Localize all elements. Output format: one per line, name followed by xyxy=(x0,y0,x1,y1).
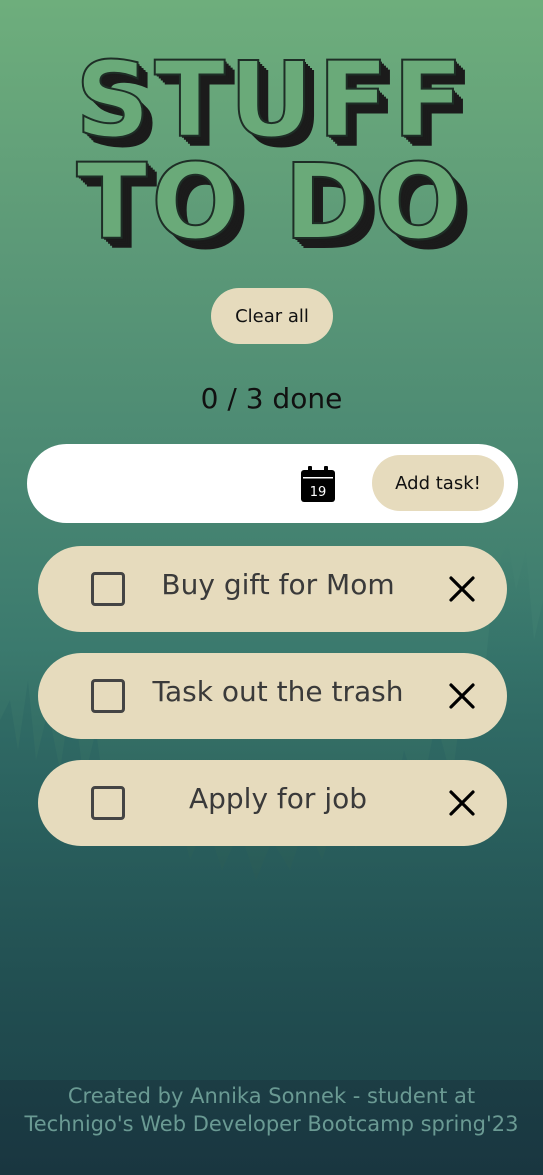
footer-line-2: Technigo's Web Developer Bootcamp spring… xyxy=(24,1112,519,1136)
calendar-icon[interactable]: 19 xyxy=(301,466,335,502)
close-icon[interactable] xyxy=(446,787,478,819)
done-counter: 0 / 3 done xyxy=(200,382,343,415)
task-item: Buy gift for Mom xyxy=(38,546,507,632)
task-checkbox[interactable] xyxy=(91,786,125,820)
task-item: Apply for job xyxy=(38,760,507,846)
add-task-button[interactable]: Add task! xyxy=(372,455,504,511)
task-checkbox[interactable] xyxy=(91,679,125,713)
task-item: Task out the trash xyxy=(38,653,507,739)
title-line-2: TO DO xyxy=(75,141,467,263)
close-icon[interactable] xyxy=(446,680,478,712)
task-input[interactable] xyxy=(57,462,301,506)
task-checkbox[interactable] xyxy=(91,572,125,606)
footer-line-1: Created by Annika Sonnek - student at xyxy=(67,1084,476,1108)
task-label: Apply for job xyxy=(188,782,368,815)
footer-credit: Created by Annika Sonnek - student at Te… xyxy=(0,1082,543,1138)
add-task-bar: 19 Add task! xyxy=(27,444,518,523)
title-line-1: STUFF xyxy=(74,39,468,161)
close-icon[interactable] xyxy=(446,573,478,605)
task-label: Task out the trash xyxy=(152,675,404,708)
calendar-day: 19 xyxy=(310,485,327,500)
clear-all-button[interactable]: Clear all xyxy=(211,288,333,344)
task-label: Buy gift for Mom xyxy=(161,568,395,601)
